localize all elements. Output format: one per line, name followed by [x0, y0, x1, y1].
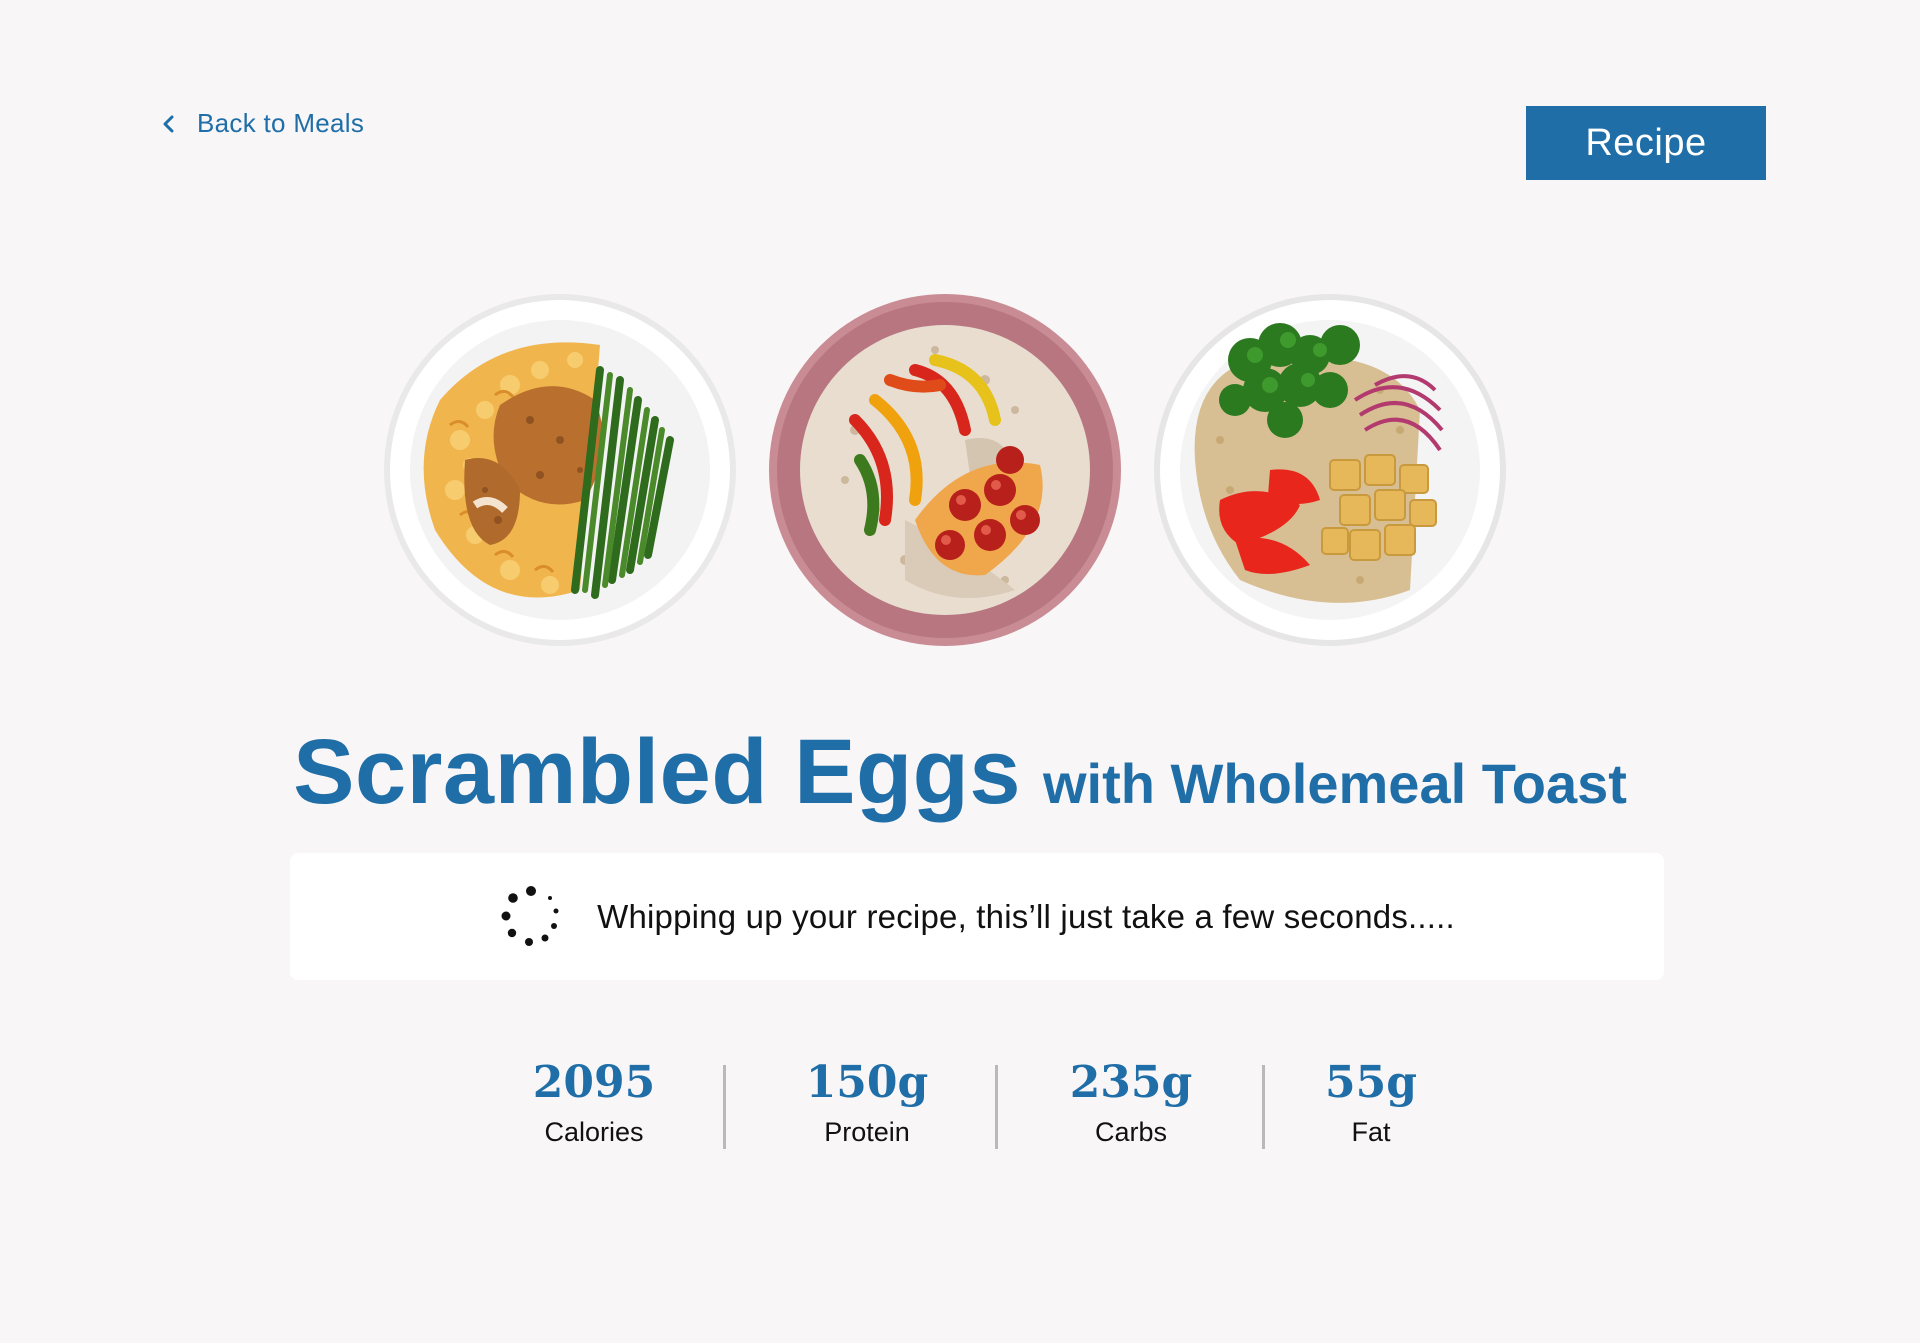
back-link-label: Back to Meals	[197, 108, 365, 138]
stat-carbs: 235g Carbs	[1021, 1055, 1241, 1148]
meal-image-1	[380, 290, 740, 650]
meal-title-main: Scrambled Eggs	[293, 721, 1021, 823]
recipe-button[interactable]: Recipe	[1526, 106, 1766, 180]
chevron-left-icon	[157, 113, 179, 135]
meal-image-3	[1150, 290, 1510, 650]
meal-images	[0, 290, 1920, 660]
stat-label: Protein	[824, 1117, 910, 1147]
loading-banner: Whipping up your recipe, this’ll just ta…	[290, 853, 1664, 980]
back-to-meals-link[interactable]: Back to Meals	[157, 108, 364, 139]
nutrition-stats: 2095 Calories 150g Protein 235g Carbs 55…	[0, 1055, 1920, 1155]
stat-divider	[723, 1065, 726, 1149]
stat-value: 55g	[1325, 1057, 1417, 1108]
stat-protein: 150g Protein	[757, 1055, 977, 1148]
meal-title-sub: with Wholemeal Toast	[1043, 752, 1627, 815]
stat-value: 2095	[532, 1057, 656, 1108]
stat-value: 235g	[1069, 1057, 1193, 1108]
stat-fat: 55g Fat	[1261, 1055, 1481, 1148]
stat-value: 150g	[805, 1057, 929, 1108]
loading-spinner-icon	[499, 885, 563, 949]
meal-image-2	[765, 290, 1125, 650]
meal-title: Scrambled Eggs with Wholemeal Toast	[0, 720, 1920, 825]
stat-divider	[995, 1065, 998, 1149]
loading-message: Whipping up your recipe, this’ll just ta…	[597, 897, 1455, 935]
stat-label: Fat	[1351, 1117, 1391, 1147]
stat-label: Calories	[544, 1117, 644, 1147]
stat-label: Carbs	[1094, 1117, 1168, 1147]
stat-calories: 2095 Calories	[484, 1055, 704, 1148]
